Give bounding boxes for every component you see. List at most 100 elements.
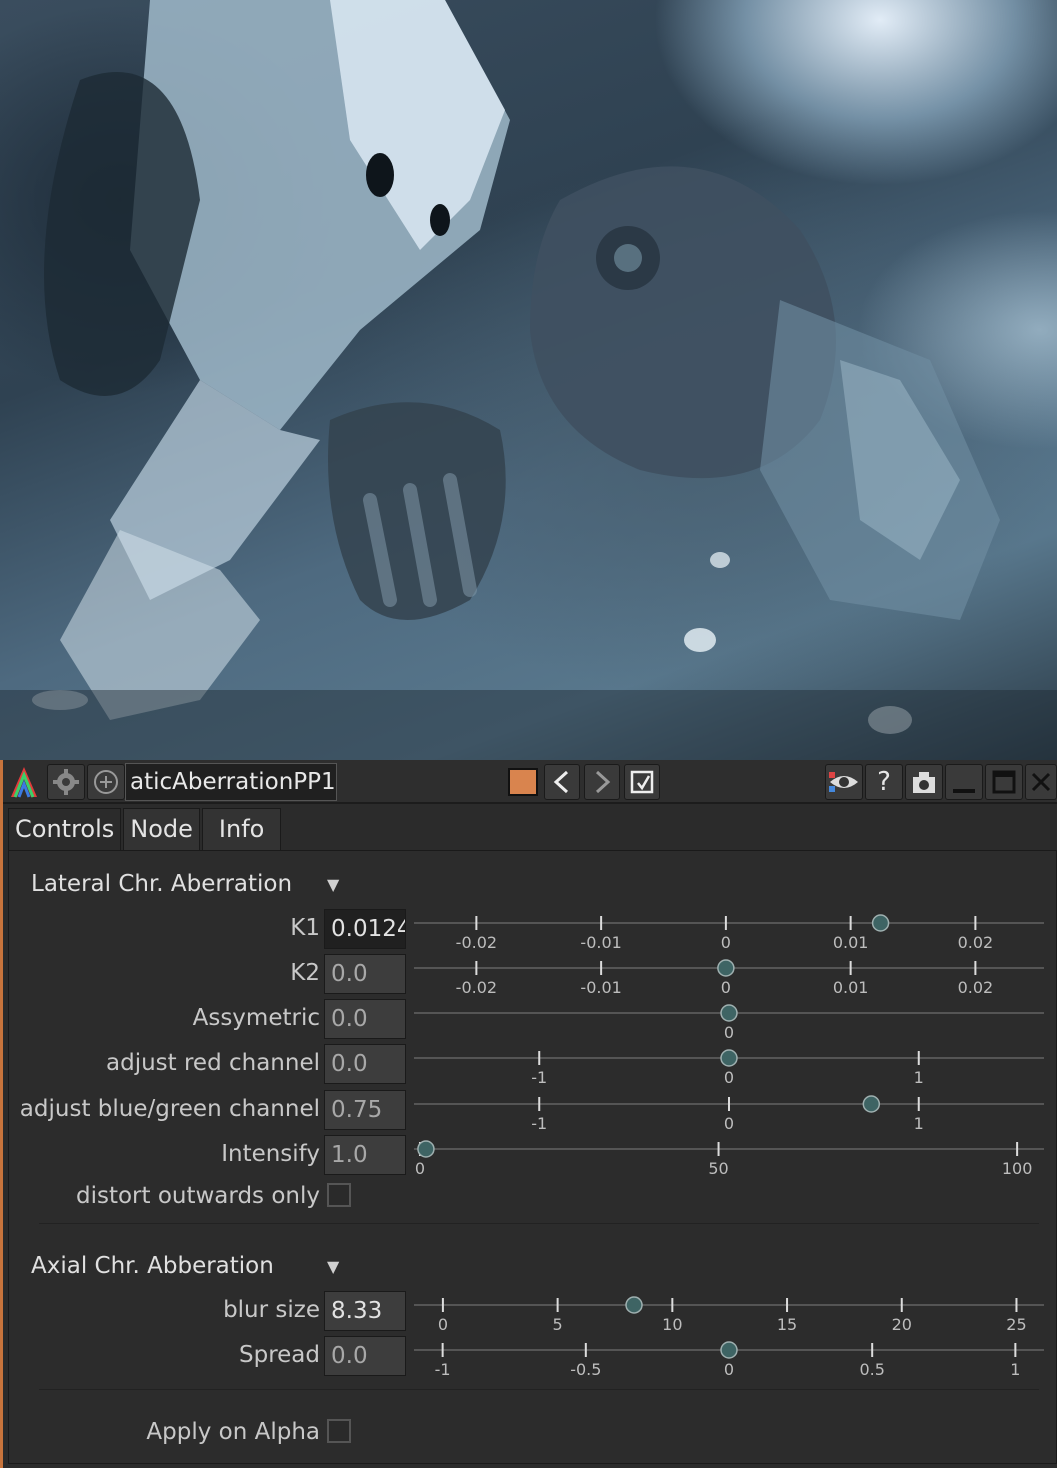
adjust-blue-green-input[interactable]: 0.75 <box>324 1090 406 1130</box>
float-panel-icon[interactable] <box>624 764 660 800</box>
slider-tick-label: -1 <box>531 1114 547 1133</box>
slider-track-svg: -1 -0.5 0 0.5 1 <box>414 1341 1044 1379</box>
slider-tick-label: 0.01 <box>833 978 869 997</box>
spread-input[interactable]: 0.0 <box>324 1336 406 1376</box>
slider-tick-label: 25 <box>1006 1315 1026 1334</box>
param-row-k2: K2 0.0 -0.02 -0.01 0 0.01 0.02 <box>9 954 1057 998</box>
k1-input[interactable]: 0.0124 <box>324 909 406 949</box>
tab-bar: Controls Node Info <box>8 808 283 850</box>
param-row-distort-outwards: distort outwards only <box>9 1177 1057 1221</box>
spread-label: Spread <box>239 1342 320 1368</box>
assymetric-input[interactable]: 0.0 <box>324 999 406 1039</box>
slider-tick-label: 0.02 <box>958 933 994 952</box>
slider-tick-label: -0.01 <box>580 933 621 952</box>
intensify-input[interactable]: 1.0 <box>324 1135 406 1175</box>
adjust-red-slider[interactable]: -1 0 1 <box>414 1044 1044 1088</box>
robot-render-image <box>0 0 1057 760</box>
axial-group-title[interactable]: Axial Chr. Abberation <box>31 1253 274 1279</box>
intensify-label: Intensify <box>221 1141 320 1167</box>
slider-handle[interactable] <box>417 1140 435 1158</box>
slider-tick-label: 0 <box>724 1114 734 1133</box>
k2-label: K2 <box>290 960 320 986</box>
prev-arrow-icon[interactable] <box>544 764 580 800</box>
slider-tick-label: -1 <box>531 1068 547 1087</box>
slider-track-svg: 0 <box>414 1004 1044 1042</box>
slider-tick-label: 1 <box>1010 1360 1020 1379</box>
slider-tick-label: 5 <box>553 1315 563 1334</box>
slider-tick-label: -0.02 <box>456 978 497 997</box>
param-row-assymetric: Assymetric 0.0 0 <box>9 999 1057 1043</box>
k1-slider[interactable]: -0.02 -0.01 0 0.01 0.02 <box>414 909 1044 953</box>
slider-handle[interactable] <box>871 914 890 932</box>
slider-tick-label: 0 <box>721 978 731 997</box>
k2-slider[interactable]: -0.02 -0.01 0 0.01 0.02 <box>414 954 1044 998</box>
slider-tick-label: 15 <box>777 1315 797 1334</box>
distort-outwards-label: distort outwards only <box>75 1183 320 1209</box>
lateral-group-title[interactable]: Lateral Chr. Aberration <box>31 871 292 897</box>
spread-slider[interactable]: -1 -0.5 0 0.5 1 <box>414 1336 1044 1380</box>
controls-content: Lateral Chr. Aberration ▼ K1 0.0124 -0.0… <box>8 850 1057 1464</box>
viewer-image <box>0 0 1057 760</box>
apply-alpha-label: Apply on Alpha <box>146 1419 320 1445</box>
plus-circle-icon[interactable] <box>87 764 125 800</box>
param-row-k1: K1 0.0124 -0.02 -0.01 0 0.01 0.02 <box>9 909 1057 953</box>
snapshot-icon[interactable] <box>905 764 943 800</box>
slider-track-svg: -1 0 1 <box>414 1095 1044 1133</box>
tab-node[interactable]: Node <box>123 808 200 850</box>
slider-track-svg: -0.02 -0.01 0 0.01 0.02 <box>414 959 1044 997</box>
adjust-blue-green-slider[interactable]: -1 0 1 <box>414 1090 1044 1134</box>
minimize-icon[interactable] <box>945 764 983 800</box>
slider-tick-label: 50 <box>708 1159 728 1178</box>
blur-size-slider[interactable]: 0 5 10 15 20 25 <box>414 1291 1044 1335</box>
slider-tick-label: 100 <box>1002 1159 1033 1178</box>
slider-tick-label: -0.02 <box>456 933 497 952</box>
slider-track-svg: -0.02 -0.01 0 0.01 0.02 <box>414 914 1044 952</box>
slider-tick-label: 0.5 <box>859 1360 884 1379</box>
slider-tick-label: 0.01 <box>833 933 869 952</box>
assymetric-label: Assymetric <box>192 1005 320 1031</box>
next-arrow-icon[interactable] <box>584 764 620 800</box>
adjust-red-input[interactable]: 0.0 <box>324 1044 406 1084</box>
lateral-collapse-icon[interactable]: ▼ <box>327 875 339 894</box>
param-row-blur-size: blur size 8.33 0 5 10 15 20 25 <box>9 1291 1057 1335</box>
k2-input[interactable]: 0.0 <box>324 954 406 994</box>
param-row-spread: Spread 0.0 -1 -0.5 0 0.5 1 <box>9 1336 1057 1380</box>
slider-tick-label: 1 <box>914 1114 924 1133</box>
slider-handle[interactable] <box>720 1341 738 1359</box>
assymetric-slider[interactable]: 0 <box>414 999 1044 1043</box>
tab-info[interactable]: Info <box>201 808 282 850</box>
slider-handle[interactable] <box>720 1049 738 1067</box>
gear-icon[interactable] <box>47 764 85 800</box>
apply-alpha-checkbox[interactable] <box>327 1419 351 1443</box>
slider-handle[interactable] <box>717 959 735 977</box>
tab-controls[interactable]: Controls <box>8 808 122 850</box>
adjust-red-label: adjust red channel <box>106 1050 320 1076</box>
maximize-icon[interactable] <box>985 764 1023 800</box>
slider-tick-label: 20 <box>892 1315 912 1334</box>
slider-tick-label: -1 <box>435 1360 451 1379</box>
blur-size-input[interactable]: 8.33 <box>324 1291 406 1331</box>
blur-size-label: blur size <box>223 1297 320 1323</box>
panel-titlebar: aticAberrationPP1 ? <box>3 760 1057 804</box>
group-separator <box>39 1223 1039 1224</box>
node-color-swatch[interactable] <box>508 768 538 796</box>
slider-tick-label: -0.01 <box>580 978 621 997</box>
slider-handle[interactable] <box>625 1296 643 1314</box>
slider-handle[interactable] <box>720 1004 738 1022</box>
close-icon[interactable] <box>1025 764 1057 800</box>
k1-label: K1 <box>290 915 320 941</box>
slider-handle[interactable] <box>862 1095 881 1113</box>
slider-tick-label: -0.5 <box>570 1360 601 1379</box>
intensify-slider[interactable]: 0 50 100 <box>414 1135 1044 1179</box>
param-row-adjust-blue-green: adjust blue/green channel 0.75 -1 0 1 <box>9 1090 1057 1134</box>
axial-collapse-icon[interactable]: ▼ <box>327 1257 339 1276</box>
eye-icon[interactable] <box>825 764 863 800</box>
slider-track-svg: 0 5 10 15 20 25 <box>414 1296 1044 1334</box>
help-icon[interactable]: ? <box>865 764 903 800</box>
slider-track-svg: 0 50 100 <box>414 1140 1044 1178</box>
group-separator <box>39 1389 1039 1390</box>
adjust-blue-green-label: adjust blue/green channel <box>19 1096 320 1122</box>
node-name-field[interactable]: aticAberrationPP1 <box>125 763 337 801</box>
param-row-adjust-red: adjust red channel 0.0 -1 0 1 <box>9 1044 1057 1088</box>
distort-outwards-checkbox[interactable] <box>327 1183 351 1207</box>
